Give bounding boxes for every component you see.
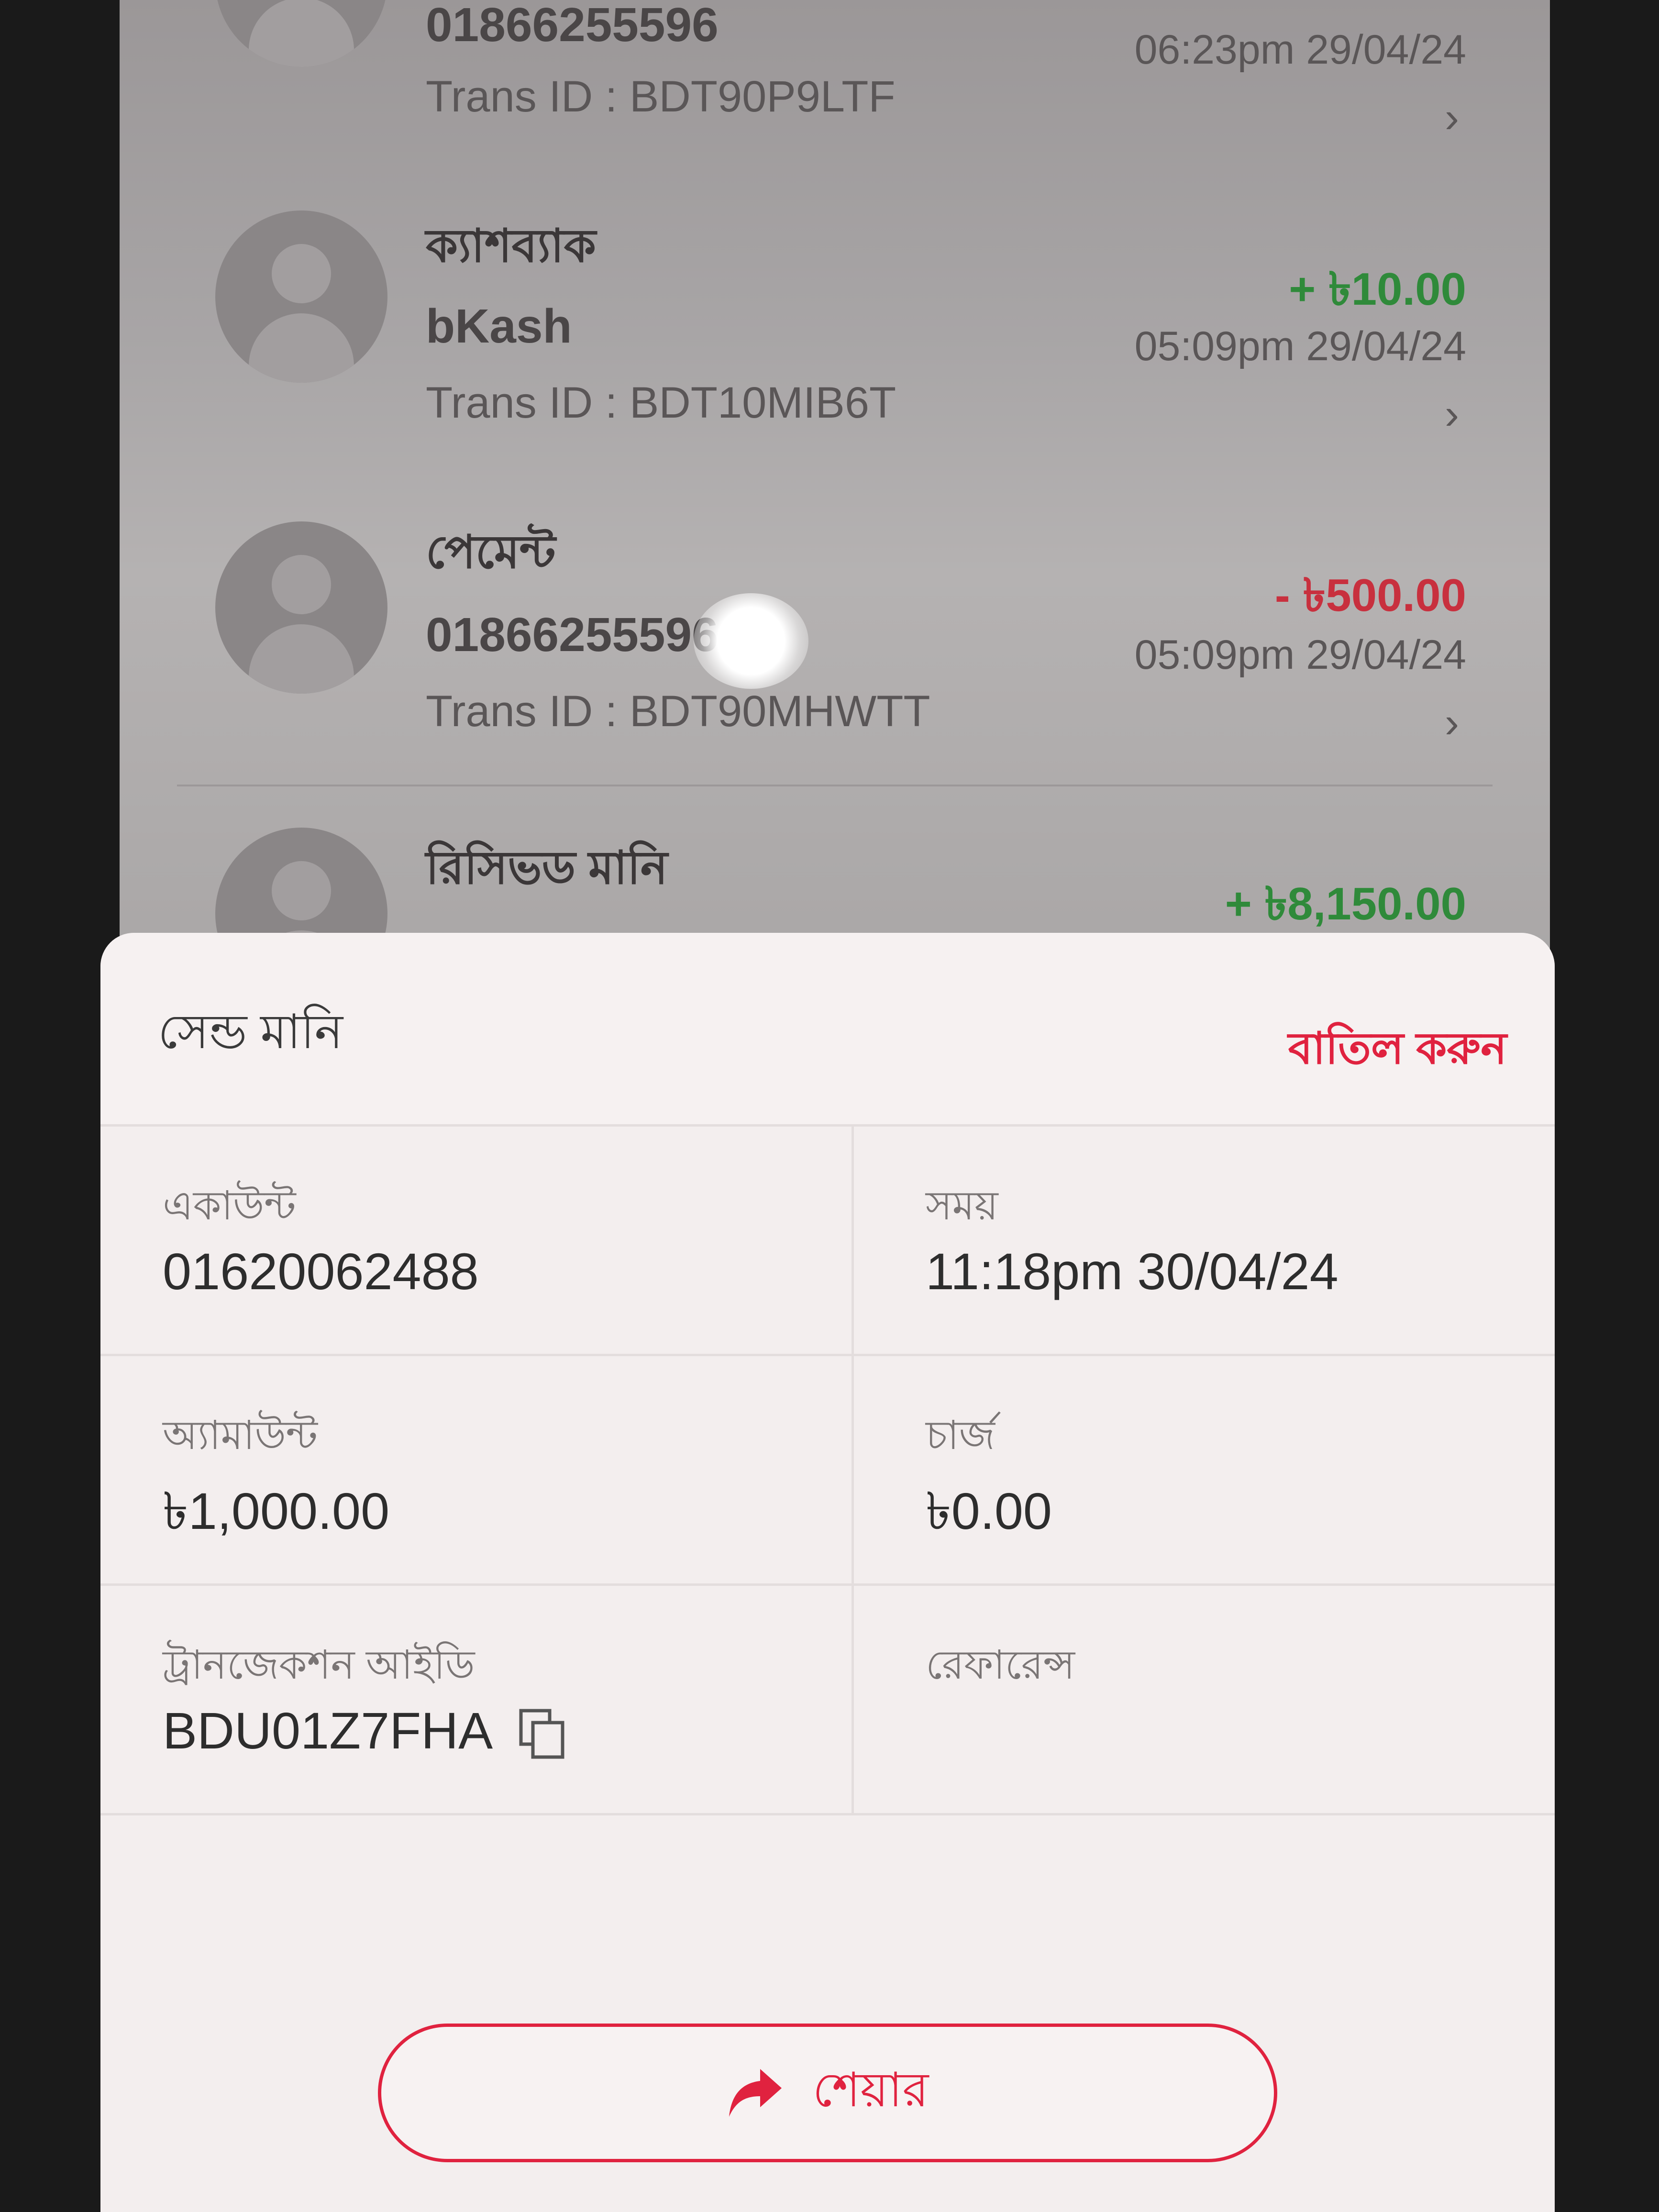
cancel-button[interactable]: বাতিল করুন <box>1288 1014 1507 1088</box>
amount-value: ৳1,000.00 <box>163 1482 390 1540</box>
share-button[interactable]: শেয়ার <box>378 2024 1277 2162</box>
sheet-title: সেন্ড মানি <box>158 1005 343 1059</box>
light-glare <box>694 593 808 689</box>
copy-icon[interactable] <box>519 1708 566 1761</box>
charge-label: চার্জ <box>926 1413 995 1458</box>
list-divider <box>177 785 1493 786</box>
transaction-amount: + ৳10.00 <box>1289 264 1466 315</box>
transaction-item[interactable]: 01866255596 Trans ID : BDT90P9LTF 06:23p… <box>120 0 1550 210</box>
amount-label: অ্যামাউন্ট <box>163 1413 318 1458</box>
time-cell: সময় 11:18pm 30/04/24 <box>852 1127 1555 1356</box>
transaction-id-row: BDU01Z7FHA <box>163 1701 566 1761</box>
user-avatar-icon <box>215 210 387 383</box>
share-label: শেয়ার <box>812 2063 929 2117</box>
transaction-type: ক্যাশব্যাক <box>426 221 596 272</box>
reference-label: রেফারেন্স <box>926 1642 1075 1687</box>
transaction-number: 01866255596 <box>426 0 719 52</box>
account-cell: একাউন্ট 01620062488 <box>100 1127 852 1356</box>
chevron-right-icon[interactable]: › <box>1445 93 1459 143</box>
transaction-number: 01866255596 <box>426 608 719 662</box>
time-value: 11:18pm 30/04/24 <box>926 1242 1338 1300</box>
charge-value: ৳0.00 <box>926 1482 1052 1540</box>
transaction-id: Trans ID : BDT90MHWTT <box>426 687 930 736</box>
transaction-time: 05:09pm 29/04/24 <box>1134 632 1466 678</box>
transaction-time: 06:23pm 29/04/24 <box>1134 27 1466 73</box>
transaction-id-cell: ট্রানজেকশন আইডি BDU01Z7FHA <box>100 1586 852 1815</box>
chevron-right-icon[interactable]: › <box>1445 698 1459 748</box>
transaction-id-value[interactable]: BDU01Z7FHA <box>163 1702 490 1759</box>
amount-cell: অ্যামাউন্ট ৳1,000.00 <box>100 1356 852 1586</box>
transaction-id: Trans ID : BDT90P9LTF <box>426 72 896 121</box>
time-label: সময় <box>926 1183 998 1228</box>
user-avatar-icon <box>215 521 387 694</box>
charge-cell: চার্জ ৳0.00 <box>852 1356 1555 1586</box>
share-arrow-icon <box>729 2069 782 2117</box>
account-value: 01620062488 <box>163 1242 479 1300</box>
chevron-right-icon[interactable]: › <box>1445 390 1459 439</box>
transaction-type: রিসিভড মানি <box>426 842 668 894</box>
transaction-id-label: ট্রানজেকশন আইডি <box>163 1642 475 1687</box>
sheet-header: সেন্ড মানি বাতিল করুন <box>100 933 1555 1127</box>
transaction-detail-sheet: সেন্ড মানি বাতিল করুন একাউন্ট 0162006248… <box>100 933 1555 2212</box>
transaction-item[interactable]: পেমেন্ট 01866255596 Trans ID : BDT90MHWT… <box>120 502 1550 808</box>
account-label: একাউন্ট <box>163 1183 296 1228</box>
transaction-amount: - ৳500.00 <box>1274 570 1466 621</box>
transaction-list: 01866255596 Trans ID : BDT90P9LTF 06:23p… <box>120 0 1550 1000</box>
transaction-item[interactable]: ক্যাশব্যাক bKash Trans ID : BDT10MIB6T +… <box>120 196 1550 502</box>
reference-cell: রেফারেন্স <box>852 1586 1555 1815</box>
user-avatar-icon <box>215 0 387 67</box>
transaction-type: পেমেন্ট <box>426 527 556 578</box>
transaction-number: bKash <box>426 299 572 353</box>
transaction-id: Trans ID : BDT10MIB6T <box>426 378 896 427</box>
transaction-time: 05:09pm 29/04/24 <box>1134 323 1466 369</box>
